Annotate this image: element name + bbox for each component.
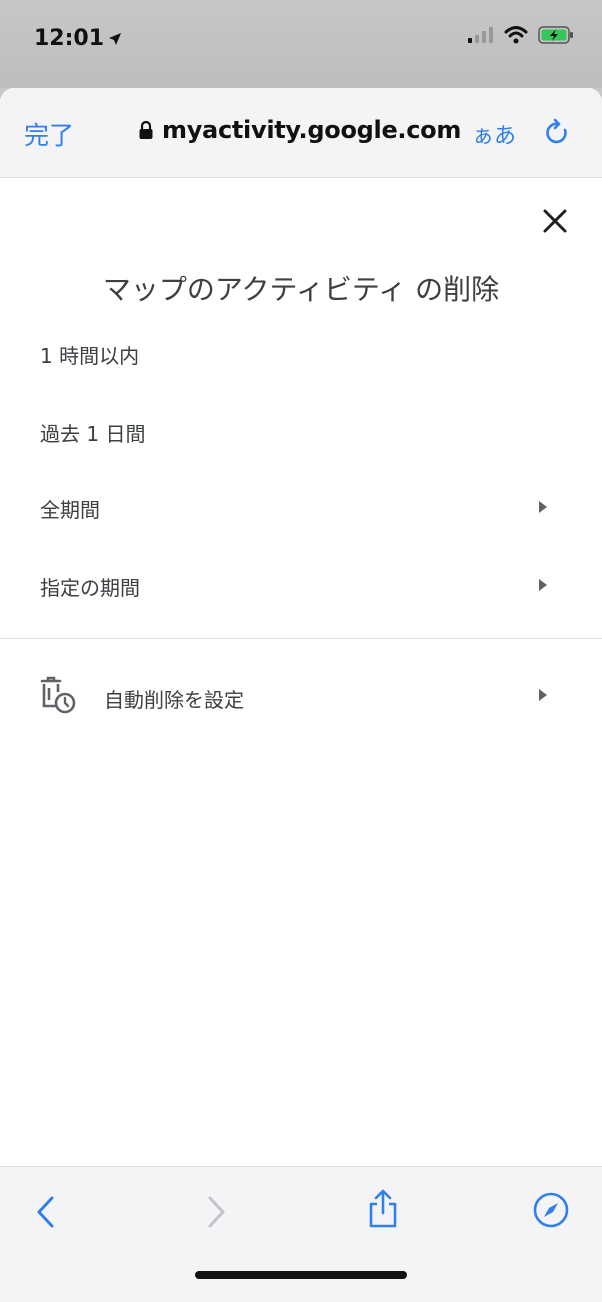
option-custom-range[interactable]: 指定の期間 xyxy=(0,556,602,616)
auto-delete-row[interactable]: 自動削除を設定 xyxy=(0,666,602,726)
arrow-right-icon xyxy=(539,501,547,513)
option-last-hour[interactable]: 1 時間以内 xyxy=(0,324,602,384)
share-icon xyxy=(369,1189,397,1228)
reload-icon xyxy=(546,118,567,144)
option-label: 全期間 xyxy=(40,497,100,522)
share-button[interactable] xyxy=(366,1189,400,1232)
option-label: 指定の期間 xyxy=(40,575,140,600)
wifi-icon xyxy=(504,26,528,44)
option-all-time[interactable]: 全期間 xyxy=(0,478,602,538)
status-icons xyxy=(468,26,574,44)
compass-icon xyxy=(533,1192,569,1228)
divider xyxy=(0,638,602,639)
lock-icon xyxy=(139,120,153,139)
option-last-day[interactable]: 過去 1 日間 xyxy=(0,402,602,462)
auto-delete-label: 自動削除を設定 xyxy=(104,688,244,712)
forward-button[interactable] xyxy=(204,1195,228,1232)
chevron-left-icon xyxy=(37,1196,54,1228)
done-button[interactable]: 完了 xyxy=(24,116,74,152)
safari-button[interactable] xyxy=(532,1191,570,1232)
battery-charging-icon xyxy=(538,26,573,44)
status-time: 12:01 xyxy=(34,26,122,51)
option-label: 過去 1 日間 xyxy=(40,421,146,446)
reload-button[interactable] xyxy=(544,118,572,151)
close-icon xyxy=(543,209,567,233)
close-button[interactable] xyxy=(540,206,570,239)
chevron-right-icon xyxy=(208,1196,225,1228)
auto-delete-icon xyxy=(40,676,76,714)
arrow-right-icon xyxy=(539,579,547,591)
browser-toolbar xyxy=(0,1166,602,1302)
browser-url-bar: 完了 myactivity.google.com ぁあ xyxy=(0,88,602,178)
option-label: 1 時間以内 xyxy=(40,343,140,368)
url-field[interactable]: myactivity.google.com xyxy=(138,116,461,144)
home-indicator xyxy=(195,1271,407,1279)
status-bar: 12:01 xyxy=(0,0,602,88)
cellular-signal-icon xyxy=(468,27,493,43)
url-text: myactivity.google.com xyxy=(162,116,462,144)
browser-sheet: 完了 myactivity.google.com ぁあ マップのアクティビティ … xyxy=(0,88,602,1302)
dialog-title: マップのアクティビティ の削除 xyxy=(102,273,500,306)
status-time-text: 12:01 xyxy=(34,26,105,51)
back-button[interactable] xyxy=(34,1195,58,1232)
arrow-right-icon xyxy=(539,689,547,701)
location-arrow-icon xyxy=(109,32,122,45)
text-size-button[interactable]: ぁあ xyxy=(472,118,516,150)
